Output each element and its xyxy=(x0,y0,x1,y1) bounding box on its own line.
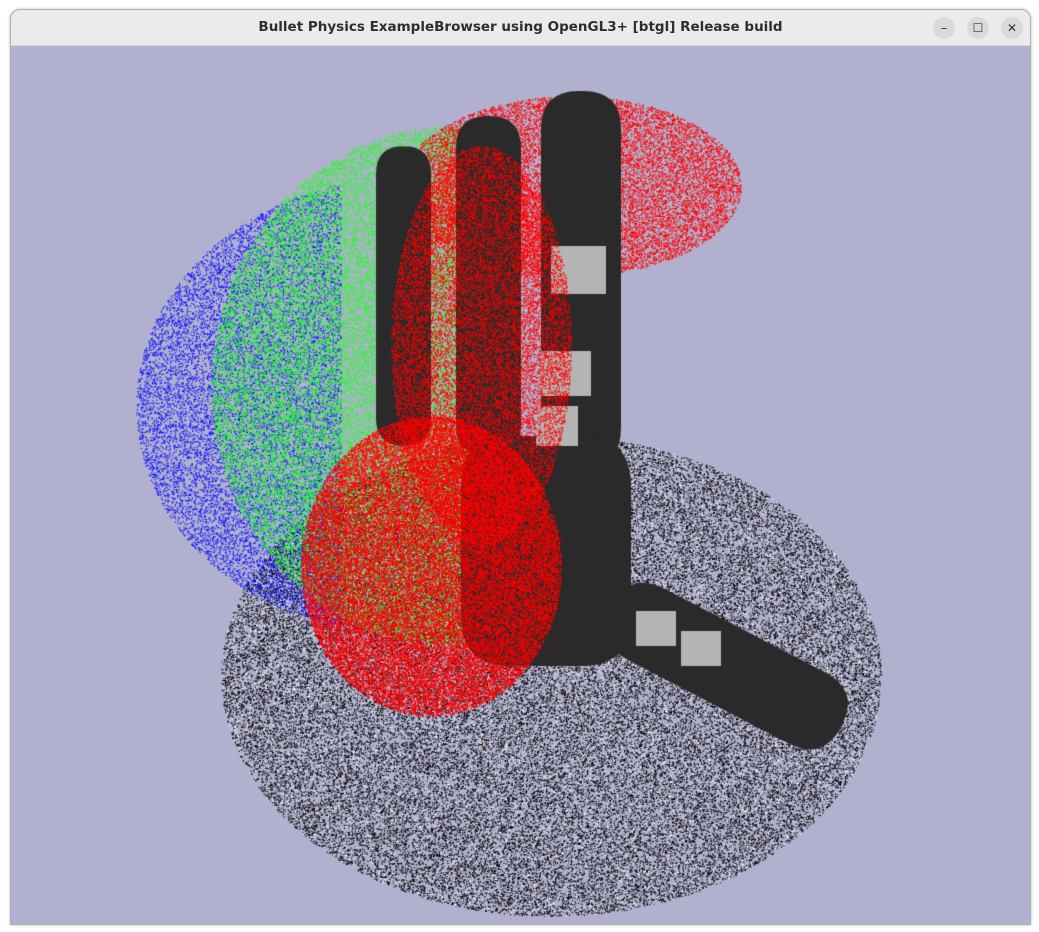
minimize-button[interactable]: – xyxy=(933,17,955,39)
minimize-icon: – xyxy=(941,21,947,35)
opengl-viewport[interactable] xyxy=(11,46,1030,924)
window-title: Bullet Physics ExampleBrowser using Open… xyxy=(258,19,783,35)
close-button[interactable]: ✕ xyxy=(1001,17,1023,39)
app-window: Bullet Physics ExampleBrowser using Open… xyxy=(10,9,1031,925)
title-bar[interactable]: Bullet Physics ExampleBrowser using Open… xyxy=(11,10,1030,46)
maximize-button[interactable]: ☐ xyxy=(967,17,989,39)
close-icon: ✕ xyxy=(1006,21,1018,35)
maximize-icon: ☐ xyxy=(972,21,984,35)
scene-canvas[interactable] xyxy=(11,46,1030,924)
